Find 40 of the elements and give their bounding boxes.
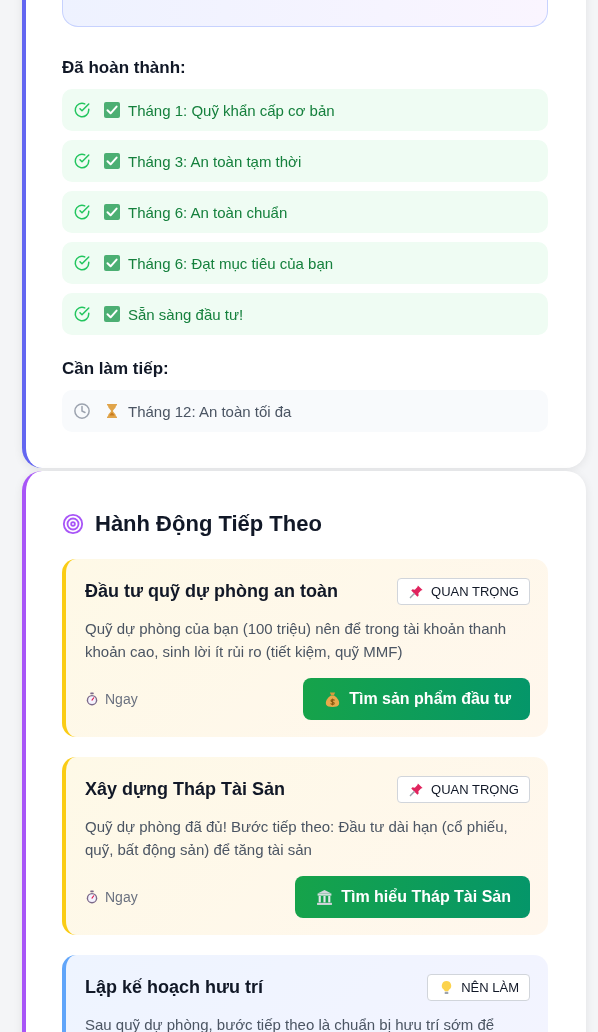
check-circle-icon — [73, 101, 91, 119]
section-heading: Đã hoàn thành: — [62, 58, 187, 78]
checkbox-icon — [104, 255, 120, 271]
check-circle-icon — [73, 305, 91, 323]
clock-icon — [73, 402, 91, 420]
checkbox-icon — [104, 204, 120, 220]
timing-label: Ngay — [105, 691, 138, 707]
action-button[interactable]: Tìm hiểu Tháp Tài Sản — [295, 876, 530, 918]
hourglass-icon — [104, 403, 120, 419]
checkbox-icon — [104, 306, 120, 322]
milestone-label: Tháng 6: An toàn chuẩn — [128, 203, 288, 221]
action-title: Lập kế hoạch hưu trí — [85, 977, 264, 998]
money-bag-icon — [324, 690, 342, 708]
milestone-label: Sẵn sàng đầu tư! — [128, 305, 244, 323]
action-button[interactable]: Tìm sản phẩm đầu tư — [303, 678, 530, 720]
pushpin-icon — [409, 584, 425, 599]
badge-label: QUAN TRỌNG — [431, 782, 519, 797]
action-title: Đầu tư quỹ dự phòng an toàn — [85, 581, 339, 602]
target-icon — [62, 513, 84, 535]
check-circle-icon — [73, 203, 91, 221]
columned-building-icon — [316, 888, 334, 906]
check-circle-icon — [73, 152, 91, 170]
stopwatch-icon — [85, 692, 99, 706]
section-title: Hành Động Tiếp Theo — [95, 511, 322, 537]
milestone-label: Tháng 1: Quỹ khẩn cấp cơ bản — [128, 101, 335, 119]
badge-label: NÊN LÀM — [461, 980, 519, 995]
action-description: Quỹ dự phòng đã đủ! Bước tiếp theo: Đầu tư dài hạn (cổ phiếu, quỹ, bất động sản) để tăng tài sản — [85, 817, 509, 860]
stopwatch-icon — [85, 890, 99, 904]
section-heading: Cần làm tiếp: — [62, 359, 170, 379]
checkbox-icon — [104, 102, 120, 118]
action-title: Xây dựng Tháp Tài Sản — [85, 779, 286, 800]
milestone-label: Tháng 6: Đạt mục tiêu của bạn — [128, 254, 334, 272]
pushpin-icon — [409, 782, 425, 797]
checkbox-icon — [104, 153, 120, 169]
check-circle-icon — [73, 254, 91, 272]
action-description: Quỹ dự phòng của bạn (100 triệu) nên để trong tài khoản thanh khoản cao, sinh lời ít rủi ro (tiết kiệm, quỹ MMF) — [85, 619, 508, 662]
badge-label: QUAN TRỌNG — [431, 584, 519, 599]
timing-label: Ngay — [105, 889, 138, 905]
milestone-label: Tháng 12: An toàn tối đa — [128, 402, 292, 420]
milestone-label: Tháng 3: An toàn tạm thời — [128, 152, 302, 170]
